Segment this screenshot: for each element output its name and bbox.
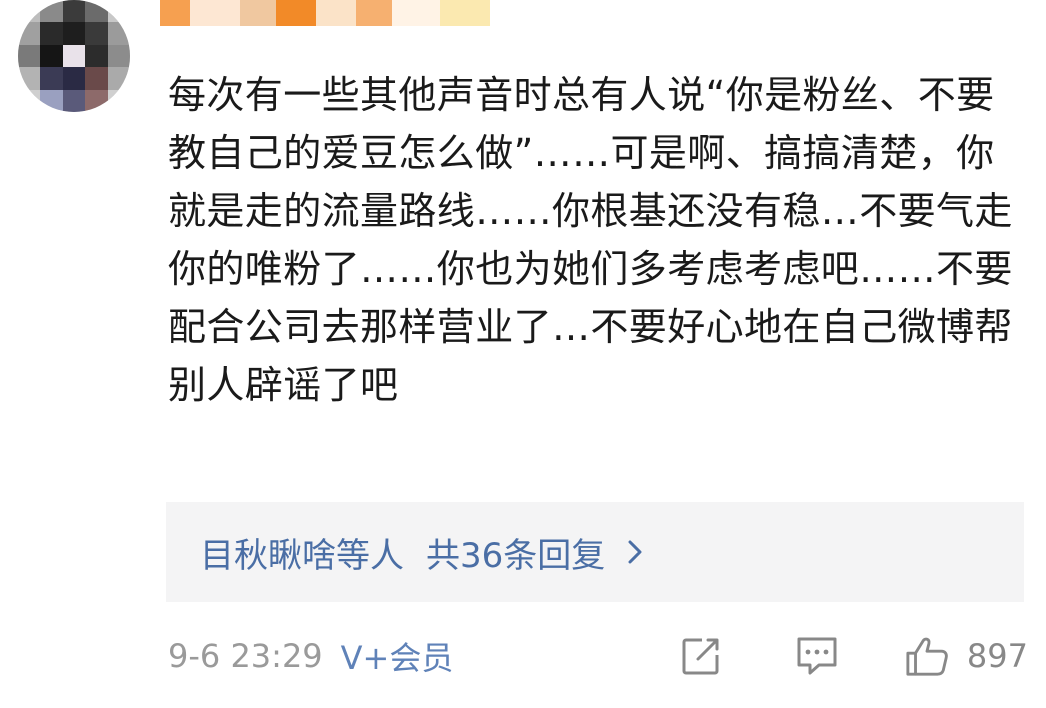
avatar[interactable] [18,0,130,112]
chevron-right-icon[interactable] [627,537,651,567]
comment-footer: 9-6 23:29 V+会员 897 [168,628,1028,684]
comment-text: 每次有一些其他声音时总有人说“你是粉丝、不要教自己的爱豆怎么做”……可是啊、搞搞… [168,73,1013,407]
reply-user-names[interactable]: 目秋瞅啥等人 [200,528,404,577]
comment-icon[interactable] [795,634,839,678]
username-blurred[interactable] [160,0,520,52]
replies-preview[interactable]: 目秋瞅啥等人 共36条回复 [166,502,1024,602]
reply-count-link[interactable]: 共36条回复 [426,528,605,577]
comment-actions: 897 [679,628,1028,684]
vip-badge[interactable]: V+会员 [341,633,454,679]
like-count: 897 [966,637,1028,675]
thumbs-up-icon[interactable] [905,634,949,678]
edit-icon[interactable] [679,634,723,678]
comment-timestamp: 9-6 23:29 [168,637,323,675]
